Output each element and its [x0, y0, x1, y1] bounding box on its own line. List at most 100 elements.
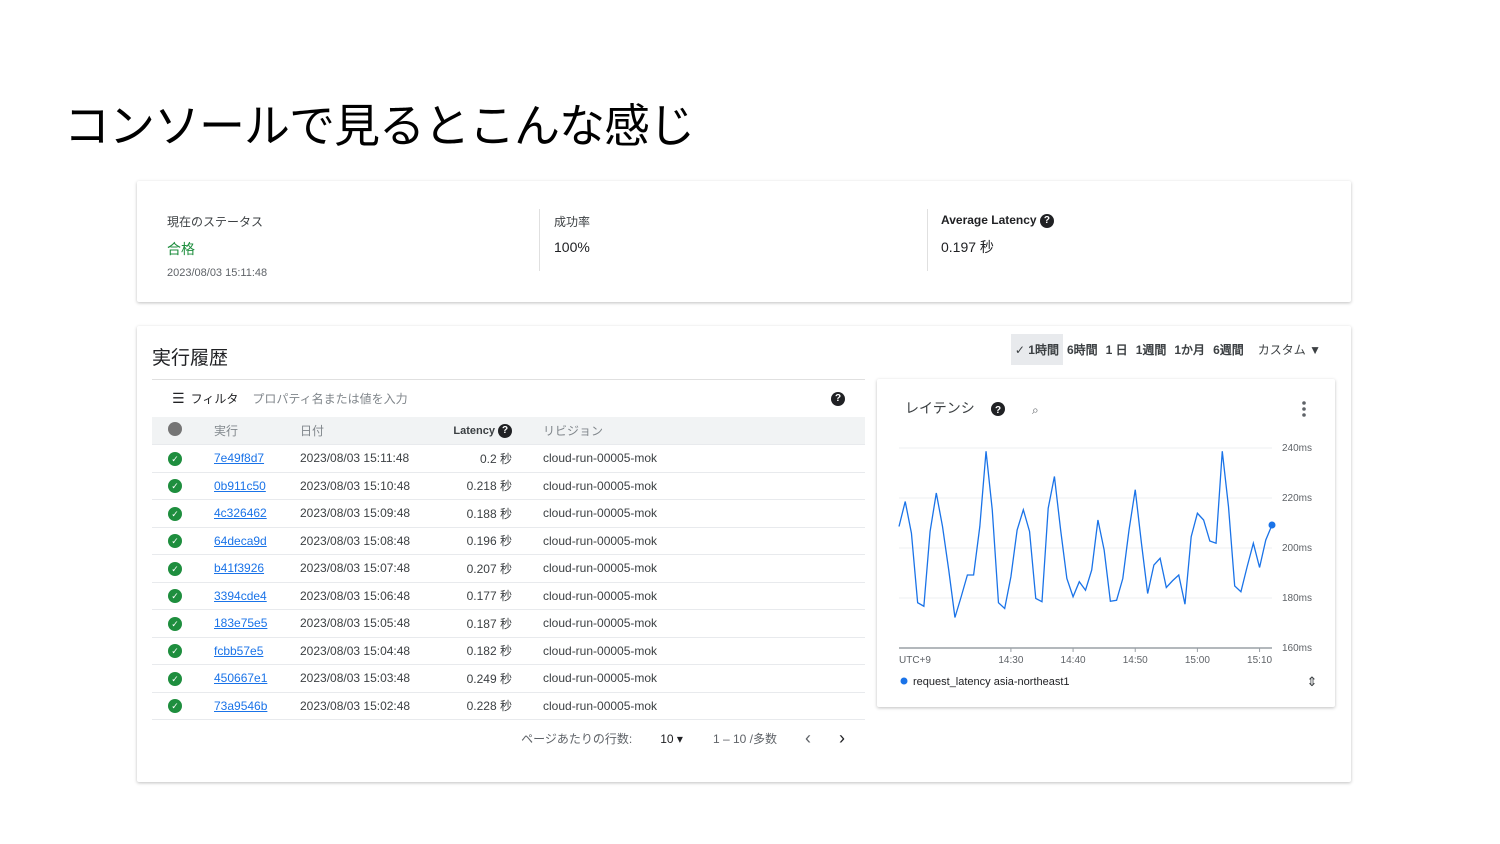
- run-id-link[interactable]: 450667e1: [214, 671, 267, 685]
- next-page-icon[interactable]: ›: [839, 728, 845, 749]
- run-date: 2023/08/03 15:03:48: [300, 671, 411, 686]
- run-id-link[interactable]: fcbb57e5: [214, 644, 263, 658]
- summary-card: 現在のステータス 合格 2023/08/03 15:11:48 成功率 100%…: [137, 181, 1351, 302]
- table-row: ✓ b41f3926 2023/08/03 15:07:48 0.207 秒 c…: [152, 555, 865, 583]
- filter-icon: ☰: [172, 390, 185, 406]
- table-row: ✓ 4c326462 2023/08/03 15:09:48 0.188 秒 c…: [152, 500, 865, 528]
- run-latency: 0.2 秒: [479, 451, 512, 466]
- help-icon[interactable]: ?: [831, 391, 845, 406]
- latency-summary: Average Latency ? 0.197 秒: [941, 213, 1054, 257]
- range-1d[interactable]: 1 日: [1102, 334, 1132, 365]
- history-table: ☰ フィルタ プロパティ名または値を入力 ? 実行 日付 Latency ? リ…: [152, 379, 865, 720]
- run-id-link[interactable]: b41f3926: [214, 561, 264, 575]
- last-point-marker[interactable]: [1268, 521, 1276, 529]
- timezone-label: UTC+9: [899, 655, 931, 666]
- table-row: ✓ 183e75e5 2023/08/03 15:05:48 0.187 秒 c…: [152, 610, 865, 638]
- run-date: 2023/08/03 15:06:48: [300, 588, 411, 603]
- success-check-icon: ✓: [168, 671, 182, 686]
- svg-text:?: ?: [995, 405, 1001, 416]
- success-check-icon: ✓: [168, 534, 182, 549]
- run-date: 2023/08/03 15:07:48: [300, 561, 411, 576]
- run-date: 2023/08/03 15:10:48: [300, 478, 411, 493]
- run-latency: 0.196 秒: [466, 534, 512, 549]
- x-tick-label: 15:10: [1247, 655, 1272, 666]
- run-revision: cloud-run-00005-mok: [543, 643, 658, 658]
- rows-per-page-select[interactable]: 10 ▾: [660, 732, 683, 746]
- run-id-link[interactable]: 7e49f8d7: [214, 451, 264, 465]
- more-icon[interactable]: [1302, 401, 1306, 417]
- range-1m[interactable]: 1か月: [1170, 334, 1209, 365]
- table-row: ✓ 64deca9d 2023/08/03 15:08:48 0.196 秒 c…: [152, 528, 865, 555]
- range-1w[interactable]: 1週間: [1132, 334, 1171, 365]
- x-tick-label: 15:00: [1185, 655, 1210, 666]
- col-latency: Latency: [453, 424, 495, 437]
- range-custom[interactable]: カスタム ▼: [1254, 334, 1325, 365]
- run-id-link[interactable]: 183e75e5: [214, 616, 267, 630]
- run-revision: cloud-run-00005-mok: [543, 478, 658, 493]
- success-value: 100%: [554, 239, 590, 255]
- success-check-icon: ✓: [168, 479, 182, 494]
- col-revision: リビジョン: [543, 424, 604, 438]
- run-date: 2023/08/03 15:11:48: [300, 451, 410, 466]
- status-column-icon: [168, 422, 182, 436]
- y-tick-label: 240ms: [1282, 443, 1312, 454]
- run-revision: cloud-run-00005-mok: [543, 616, 658, 631]
- run-latency: 0.228 秒: [466, 699, 512, 714]
- run-revision: cloud-run-00005-mok: [543, 671, 658, 686]
- filter-bar[interactable]: ☰ フィルタ プロパティ名または値を入力 ?: [152, 379, 865, 417]
- range-1h[interactable]: ✓ 1時間: [1010, 334, 1063, 365]
- help-icon[interactable]: ?: [498, 423, 512, 438]
- legend-marker: [900, 677, 908, 685]
- table-row: ✓ 3394cde4 2023/08/03 15:06:48 0.177 秒 c…: [152, 583, 865, 610]
- table-row: ✓ 450667e1 2023/08/03 15:03:48 0.249 秒 c…: [152, 665, 865, 693]
- x-tick-label: 14:50: [1123, 655, 1148, 666]
- range-6w[interactable]: 6週間: [1209, 334, 1248, 365]
- rows-per-page-label: ページあたりの行数:: [521, 732, 633, 746]
- success-check-icon: ✓: [168, 589, 182, 604]
- run-date: 2023/08/03 15:02:48: [300, 698, 411, 713]
- status-label: 現在のステータス: [167, 215, 264, 229]
- run-latency: 0.177 秒: [466, 589, 512, 604]
- success-check-icon: ✓: [168, 451, 182, 466]
- chart-title: レイテンシ: [905, 400, 975, 416]
- run-id-link[interactable]: 0b911c50: [214, 479, 266, 493]
- prev-page-icon[interactable]: ‹: [805, 728, 811, 749]
- expand-legend-icon[interactable]: ⇕: [1307, 674, 1318, 689]
- explore-icon[interactable]: ⌕: [1032, 403, 1039, 417]
- page-range: 1 – 10 /多数: [712, 732, 777, 746]
- range-6h[interactable]: 6時間: [1063, 334, 1102, 365]
- latency-value: 0.197 秒: [941, 238, 994, 255]
- success-check-icon: ✓: [168, 644, 182, 659]
- latency-label: Average Latency: [941, 213, 1037, 227]
- dropdown-icon: ▼: [1309, 343, 1321, 357]
- filter-input[interactable]: プロパティ名または値を入力: [252, 390, 407, 407]
- run-id-link[interactable]: 64deca9d: [214, 534, 267, 548]
- table-row: ✓ 0b911c50 2023/08/03 15:10:48 0.218 秒 c…: [152, 473, 865, 500]
- success-label: 成功率: [554, 215, 591, 229]
- col-date: 日付: [300, 424, 325, 438]
- latency-chart-card: レイテンシ ? ⌕ 160ms 180ms 200ms 220ms 240ms 14:30…: [877, 379, 1335, 707]
- status-value: 合格: [167, 241, 195, 257]
- run-revision: cloud-run-00005-mok: [543, 506, 658, 521]
- table-row: ✓ fcbb57e5 2023/08/03 15:04:48 0.182 秒 c…: [152, 638, 865, 665]
- run-date: 2023/08/03 15:09:48: [300, 506, 411, 521]
- run-id-link[interactable]: 3394cde4: [214, 589, 267, 603]
- status-summary: 現在のステータス 合格 2023/08/03 15:11:48: [167, 213, 267, 279]
- success-check-icon: ✓: [168, 561, 182, 576]
- filter-label: フィルタ: [190, 392, 239, 406]
- run-id-link[interactable]: 73a9546b: [214, 699, 267, 713]
- success-summary: 成功率 100%: [554, 213, 590, 255]
- legend-label: request_latency asia-northeast1: [913, 676, 1070, 688]
- history-card: 実行履歴 ✓ 1時間 6時間 1 日 1週間 1か月 6週間 カスタム ▼ ☰ …: [137, 326, 1351, 782]
- success-check-icon: ✓: [168, 506, 182, 521]
- time-range-selector: ✓ 1時間 6時間 1 日 1週間 1か月 6週間 カスタム ▼: [1010, 334, 1325, 365]
- run-revision: cloud-run-00005-mok: [543, 588, 658, 603]
- success-check-icon: ✓: [168, 616, 182, 631]
- run-latency: 0.249 秒: [466, 671, 512, 686]
- history-title: 実行履歴: [152, 347, 229, 369]
- x-tick-label: 14:40: [1061, 655, 1086, 666]
- help-icon[interactable]: ?: [1039, 213, 1054, 228]
- table-header: 実行 日付 Latency ? リビジョン: [152, 417, 865, 445]
- status-time: 2023/08/03 15:11:48: [167, 267, 268, 279]
- run-id-link[interactable]: 4c326462: [214, 506, 267, 520]
